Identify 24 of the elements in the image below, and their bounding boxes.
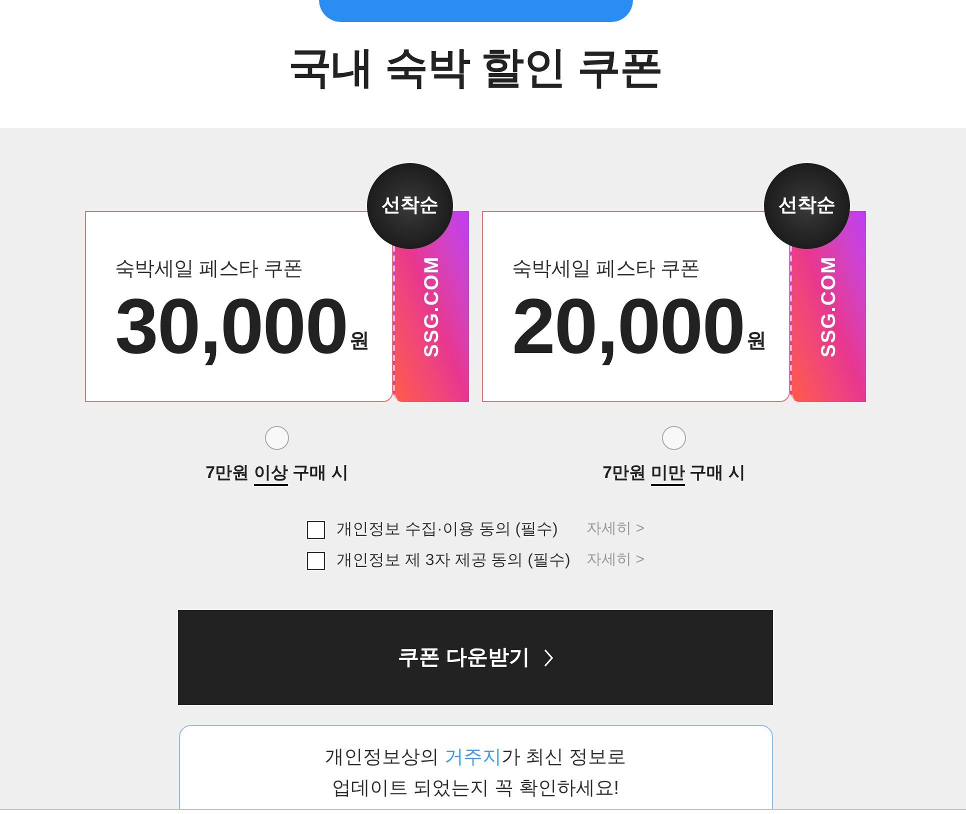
checkbox[interactable]: [306, 520, 325, 538]
radio-button[interactable]: [265, 426, 289, 450]
brand-label: SSG.COM: [420, 256, 444, 358]
details-link[interactable]: 자세히 >: [586, 549, 644, 572]
chevron-right-icon: [544, 648, 553, 666]
download-coupon-button[interactable]: 쿠폰 다운받기: [178, 610, 773, 705]
first-come-badge: 선착순: [764, 163, 850, 249]
details-link[interactable]: 자세히 >: [586, 518, 644, 541]
currency-unit: 원: [350, 329, 370, 353]
page-title: 국내 숙박 할인 쿠폰: [288, 43, 663, 94]
agreement-label: 개인정보 수집·이용 동의 (필수): [336, 520, 559, 540]
coupon-name: 숙박세일 페스타 쿠폰: [512, 257, 700, 282]
radio-button[interactable]: [662, 426, 686, 450]
brand-label: SSG.COM: [817, 256, 841, 358]
coupon-amount: 30,000: [115, 294, 349, 370]
coupon-amount: 20,000: [512, 294, 746, 370]
checkbox[interactable]: [306, 552, 325, 570]
first-come-badge: 선착순: [367, 163, 453, 249]
coupon-name: 숙박세일 페스타 쿠폰: [115, 257, 303, 282]
condition-label: 7만원 미만 구매 시: [602, 461, 746, 486]
currency-unit: 원: [746, 329, 767, 353]
notice-text: 개인정보상의 거주지 가 최신 정보로 업데이트 되었는지 꼭 확인하세요!: [325, 746, 626, 801]
condition-label: 7만원 이상 구매 시: [206, 461, 348, 486]
agreement-label: 개인정보 제 3자 제공 동의 (필수): [336, 550, 572, 570]
